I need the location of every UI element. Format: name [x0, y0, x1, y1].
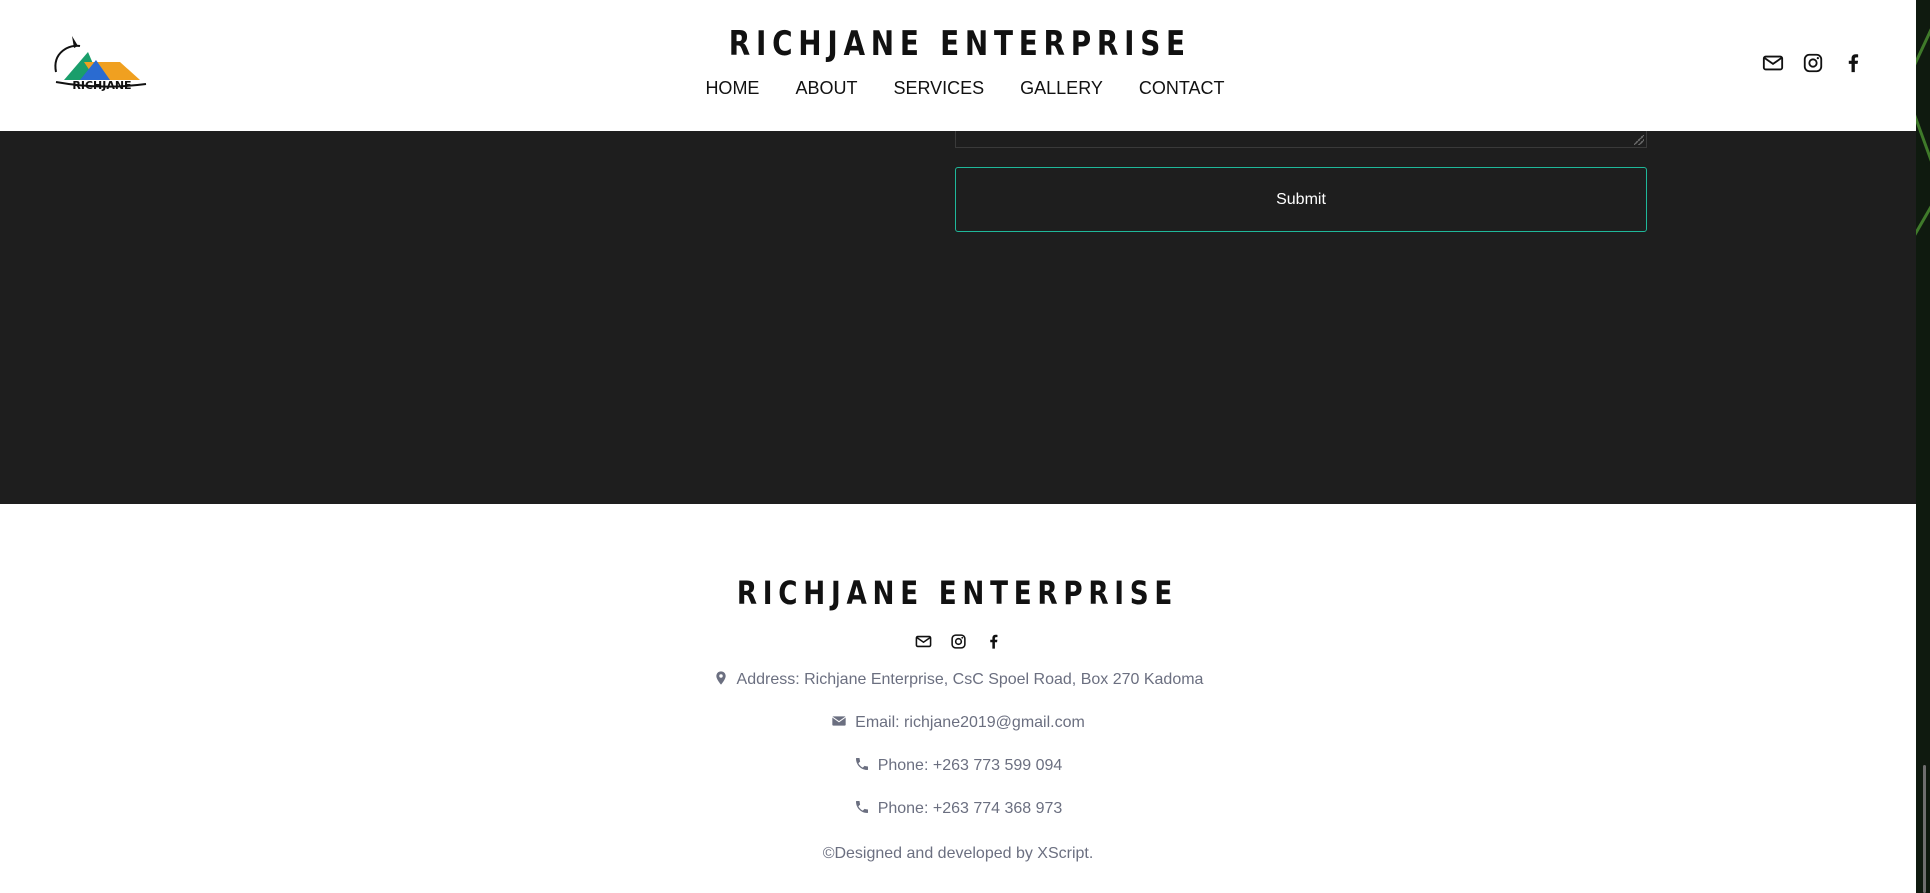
message-textarea[interactable] — [955, 131, 1647, 148]
resize-grip-icon[interactable] — [1634, 135, 1644, 145]
footer-credit: ©Designed and developed by XScript. — [822, 845, 1094, 862]
footer-email: Email: richjane2019@gmail.com — [0, 713, 1916, 732]
phone-icon — [854, 799, 870, 815]
submit-button[interactable]: Submit — [955, 167, 1647, 232]
footer-phone-2: Phone: +263 774 368 973 — [0, 799, 1916, 818]
envelope-icon[interactable] — [915, 633, 932, 650]
phone-text-1[interactable]: Phone: +263 773 599 094 — [878, 757, 1063, 774]
instagram-icon[interactable] — [950, 633, 967, 650]
envelope-solid-icon — [831, 713, 847, 729]
header-social-icons — [1762, 52, 1864, 74]
phone-text-2[interactable]: Phone: +263 774 368 973 — [878, 800, 1063, 817]
nav-about[interactable]: ABOUT — [795, 78, 857, 99]
footer-social-icons — [0, 633, 1916, 650]
nav-services[interactable]: SERVICES — [893, 78, 984, 99]
scrollbar-thumb[interactable] — [1923, 765, 1926, 893]
nav-contact[interactable]: CONTACT — [1139, 78, 1225, 99]
footer-address: Address: Richjane Enterprise, CsC Spoel … — [0, 670, 1916, 689]
email-text[interactable]: Email: richjane2019@gmail.com — [855, 714, 1085, 731]
phone-icon — [854, 756, 870, 772]
address-text: Address: Richjane Enterprise, CsC Spoel … — [736, 671, 1204, 688]
contact-form-section: Submit — [0, 131, 1916, 504]
nav-home[interactable]: HOME — [705, 78, 759, 99]
instagram-icon[interactable] — [1802, 52, 1824, 74]
site-footer: RICHJANE ENTERPRISE Address: Richjane En… — [0, 504, 1916, 893]
nav-gallery[interactable]: GALLERY — [1020, 78, 1103, 99]
envelope-icon[interactable] — [1762, 52, 1784, 74]
footer-title: RICHJANE ENTERPRISE — [736, 574, 1179, 612]
site-title: RICHJANE ENTERPRISE — [728, 24, 1191, 64]
facebook-icon[interactable] — [985, 633, 1002, 650]
side-decoration — [1916, 0, 1930, 893]
main-nav: HOME ABOUT SERVICES GALLERY CONTACT — [0, 78, 1930, 99]
site-header: RICHJANE RICHJANE ENTERPRISE HOME ABOUT … — [0, 0, 1916, 131]
map-marker-icon — [713, 670, 729, 686]
facebook-icon[interactable] — [1842, 52, 1864, 74]
footer-phone-1: Phone: +263 773 599 094 — [0, 756, 1916, 775]
